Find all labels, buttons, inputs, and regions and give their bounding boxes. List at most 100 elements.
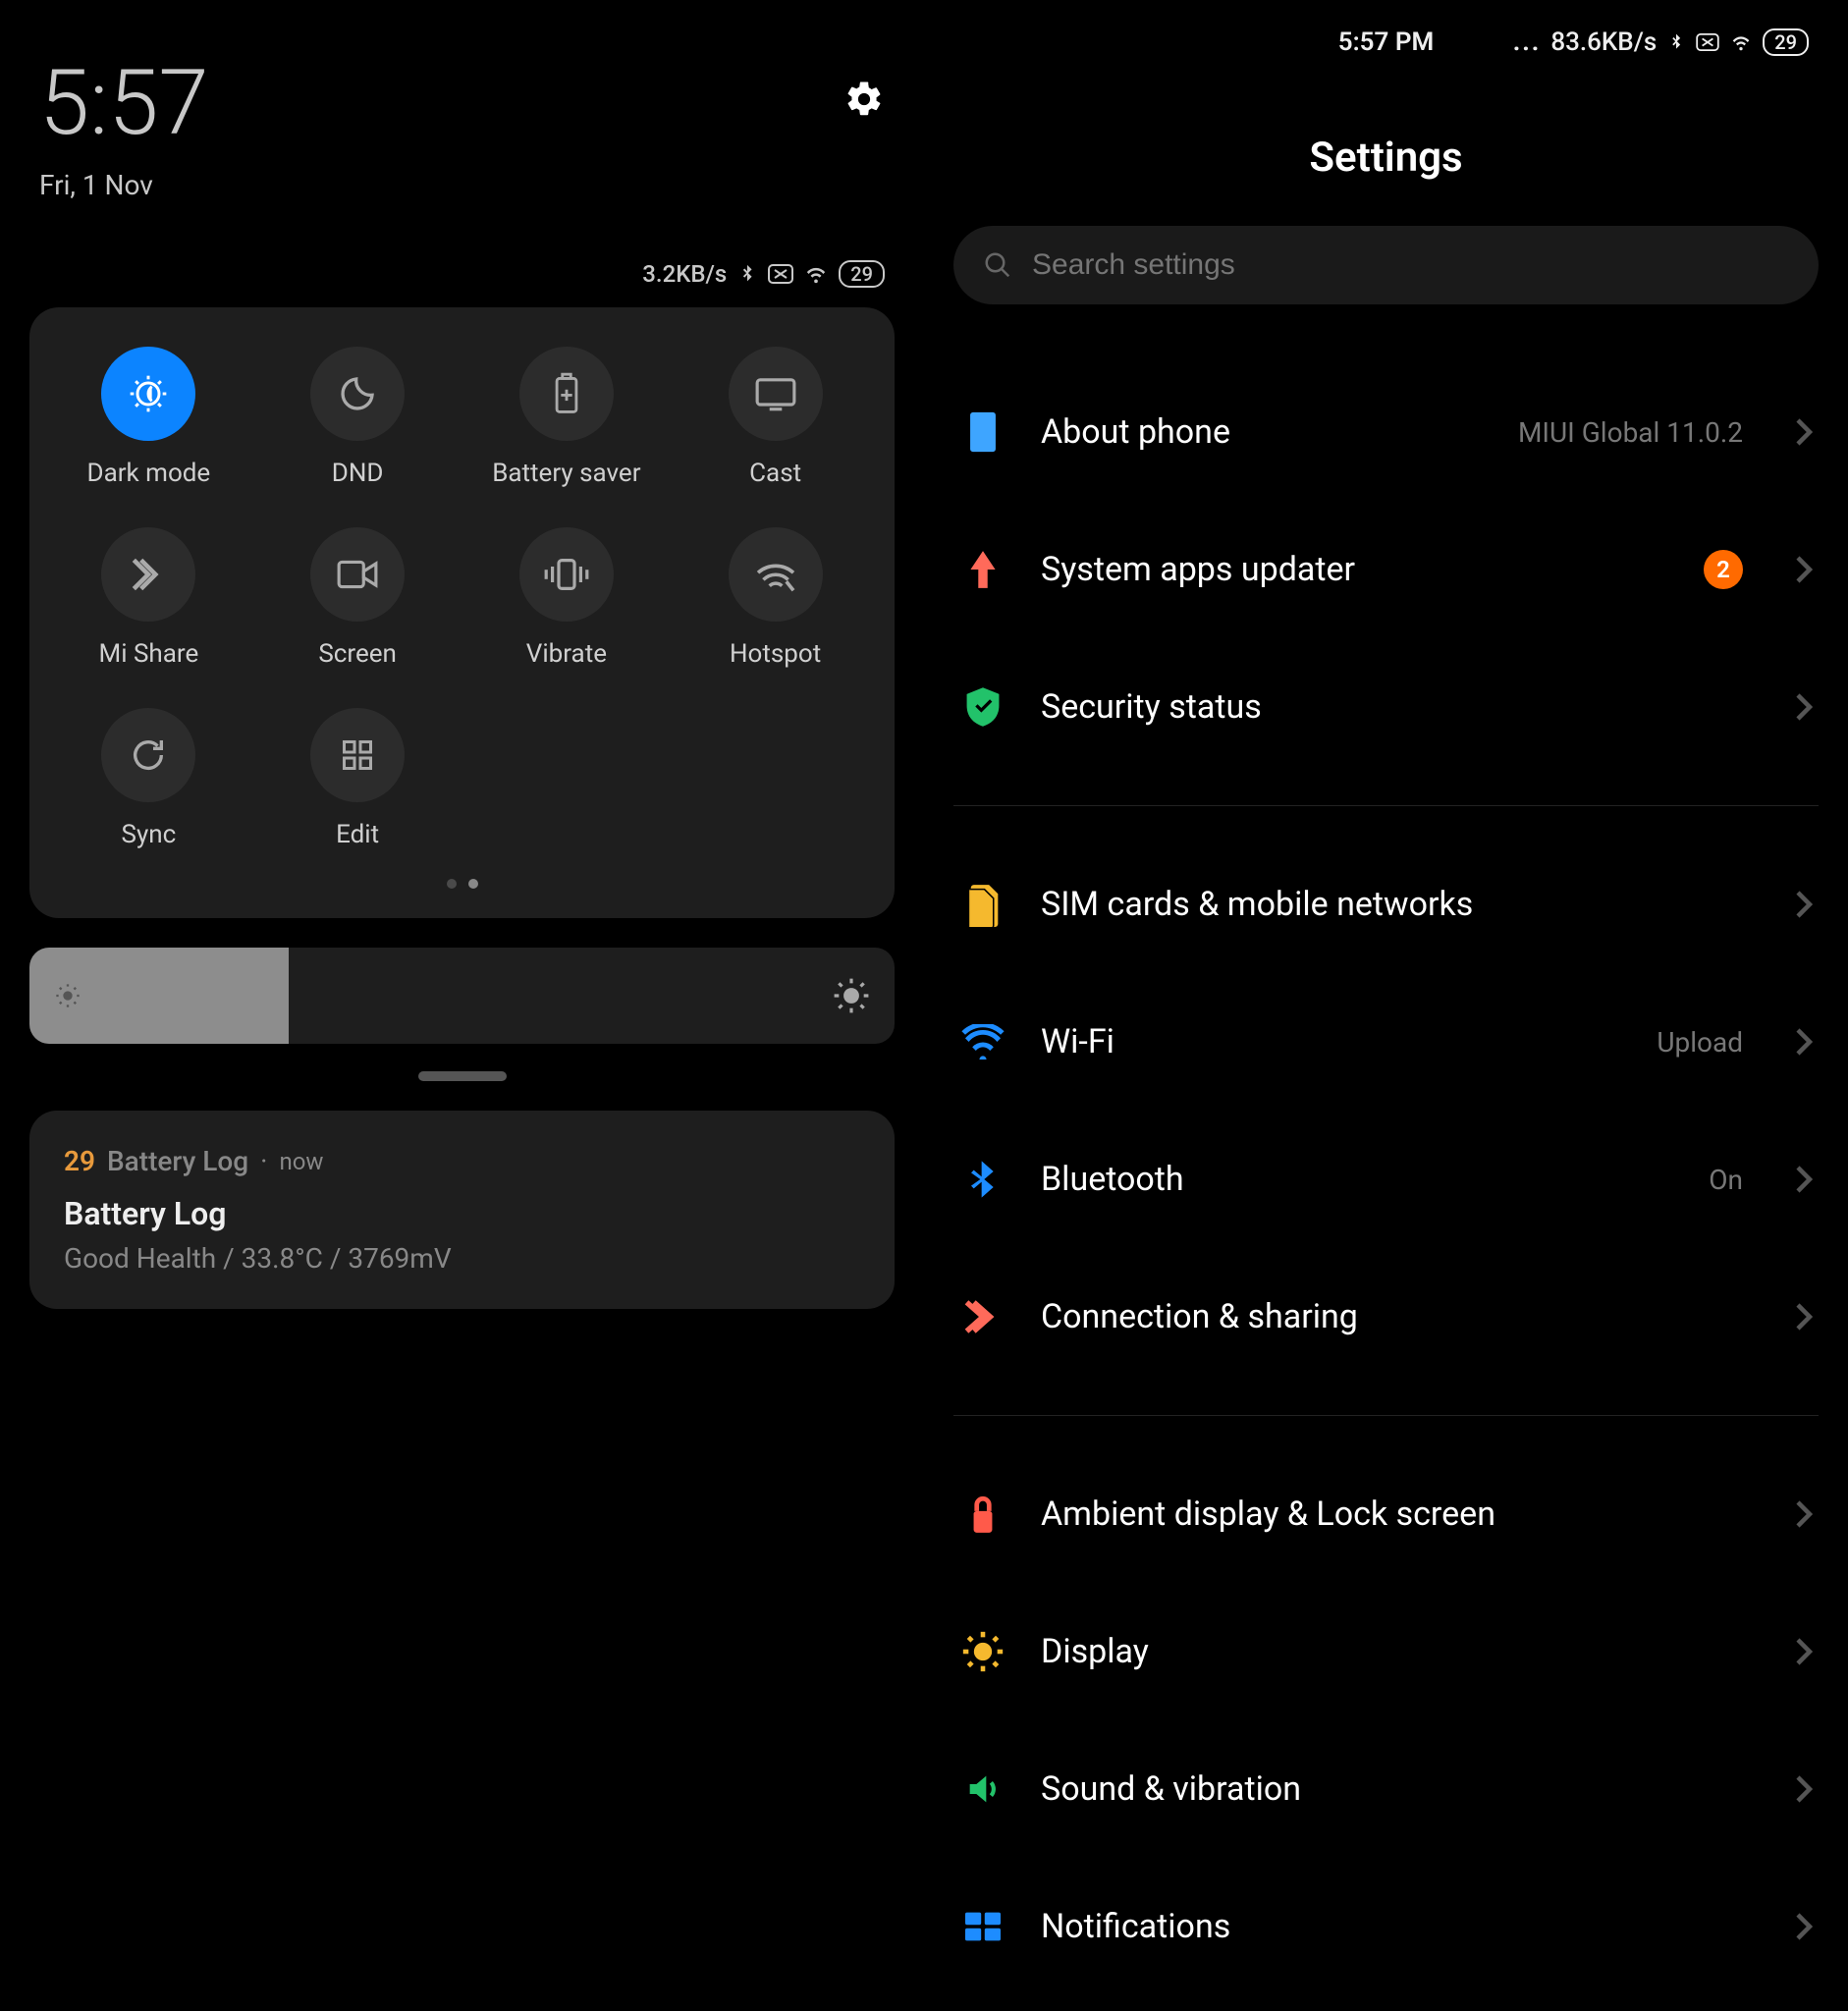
qs-tile-hotspot[interactable]: Hotspot bbox=[676, 527, 875, 669]
chevron-right-icon bbox=[1795, 1027, 1813, 1057]
about-icon bbox=[959, 408, 1006, 456]
qs-tile-label: Hotspot bbox=[730, 639, 821, 669]
bt-icon bbox=[959, 1156, 1006, 1203]
bluetooth-icon bbox=[1666, 32, 1686, 52]
qs-date: Fri, 1 Nov bbox=[39, 169, 208, 201]
notifications-icon bbox=[959, 1903, 1006, 1950]
qs-tile-dnd[interactable]: DND bbox=[258, 347, 458, 488]
security-icon bbox=[959, 683, 1006, 731]
chevron-right-icon bbox=[1795, 417, 1813, 447]
statusbar-speed: 83.6KB/s bbox=[1550, 27, 1657, 57]
item-label: SIM cards & mobile networks bbox=[1041, 885, 1761, 924]
search-input[interactable] bbox=[1032, 248, 1789, 282]
drag-handle[interactable] bbox=[418, 1071, 507, 1081]
settings-item-about[interactable]: About phone MIUI Global 11.0.2 bbox=[953, 363, 1819, 501]
item-label: Connection & sharing bbox=[1041, 1297, 1761, 1336]
statusbar: 5:57 PM ... 83.6KB/s 29 bbox=[953, 20, 1819, 65]
qs-tile-screenrec[interactable]: Screen bbox=[258, 527, 458, 669]
chevron-right-icon bbox=[1795, 692, 1813, 722]
item-trail: On bbox=[1709, 1164, 1743, 1196]
notif-app-name: Battery Log bbox=[107, 1145, 248, 1177]
update-badge: 2 bbox=[1704, 550, 1743, 589]
qs-statusbar: 3.2KB/s 29 bbox=[29, 260, 895, 288]
qs-tile-darkmode[interactable]: Dark mode bbox=[49, 347, 248, 488]
settings-item-sim[interactable]: SIM cards & mobile networks bbox=[953, 836, 1819, 973]
updater-icon bbox=[959, 546, 1006, 593]
qs-tile-mishare[interactable]: Mi Share bbox=[49, 527, 248, 669]
qs-tile-edit[interactable]: Edit bbox=[258, 708, 458, 849]
page-title: Settings bbox=[953, 134, 1819, 182]
settings-item-wifi[interactable]: Wi-Fi Upload bbox=[953, 973, 1819, 1111]
chevron-right-icon bbox=[1795, 1774, 1813, 1804]
settings-gear-icon[interactable] bbox=[843, 79, 885, 120]
display-icon bbox=[959, 1628, 1006, 1675]
quick-settings-card: Dark mode DND Battery saver Cast Mi Shar… bbox=[29, 307, 895, 918]
divider bbox=[953, 1415, 1819, 1416]
chevron-right-icon bbox=[1795, 1637, 1813, 1666]
qs-tile-label: Mi Share bbox=[99, 639, 199, 669]
settings-item-ambient[interactable]: Ambient display & Lock screen bbox=[953, 1445, 1819, 1583]
item-label: Wi-Fi bbox=[1041, 1022, 1622, 1061]
mishare-icon bbox=[101, 527, 195, 622]
silent-icon bbox=[768, 264, 793, 284]
qs-tile-label: Sync bbox=[122, 820, 177, 849]
net-speed: 3.2KB/s bbox=[642, 260, 727, 288]
settings-item-updater[interactable]: System apps updater 2 bbox=[953, 501, 1819, 638]
settings-app: 5:57 PM ... 83.6KB/s 29 Settings About p… bbox=[924, 0, 1848, 2011]
item-trail: MIUI Global 11.0.2 bbox=[1518, 416, 1743, 449]
divider bbox=[953, 805, 1819, 806]
brightness-low-icon bbox=[54, 982, 82, 1009]
sound-icon bbox=[959, 1766, 1006, 1813]
qs-tile-label: Dark mode bbox=[87, 459, 211, 488]
chevron-right-icon bbox=[1795, 1912, 1813, 1941]
notif-title: Battery Log bbox=[64, 1195, 860, 1232]
qs-tile-label: DND bbox=[332, 459, 384, 488]
qs-tile-cast[interactable]: Cast bbox=[676, 347, 875, 488]
silent-icon bbox=[1696, 33, 1719, 51]
chevron-right-icon bbox=[1795, 1302, 1813, 1332]
item-label: System apps updater bbox=[1041, 550, 1669, 589]
settings-item-display[interactable]: Display bbox=[953, 1583, 1819, 1720]
item-trail: Upload bbox=[1657, 1026, 1743, 1059]
connshare-icon bbox=[959, 1293, 1006, 1340]
qs-tile-label: Battery saver bbox=[492, 459, 640, 488]
darkmode-icon bbox=[101, 347, 195, 441]
settings-item-security[interactable]: Security status bbox=[953, 638, 1819, 776]
item-label: Display bbox=[1041, 1632, 1761, 1671]
settings-item-notifications[interactable]: Notifications bbox=[953, 1858, 1819, 1995]
qs-tile-label: Edit bbox=[336, 820, 379, 849]
bluetooth-icon bbox=[736, 263, 758, 285]
sim-icon bbox=[959, 881, 1006, 928]
qs-clock: 5:57 bbox=[39, 59, 208, 149]
settings-item-bt[interactable]: Bluetooth On bbox=[953, 1111, 1819, 1248]
hotspot-icon bbox=[729, 527, 823, 622]
wifi-icon bbox=[959, 1018, 1006, 1065]
item-label: Bluetooth bbox=[1041, 1160, 1674, 1199]
qs-tile-batterysaver[interactable]: Battery saver bbox=[467, 347, 667, 488]
item-label: Notifications bbox=[1041, 1907, 1761, 1946]
brightness-slider[interactable] bbox=[29, 948, 895, 1044]
vibrate-icon bbox=[519, 527, 614, 622]
screenrec-icon bbox=[310, 527, 405, 622]
sync-icon bbox=[101, 708, 195, 802]
chevron-right-icon bbox=[1795, 890, 1813, 919]
battery-indicator: 29 bbox=[1763, 28, 1809, 56]
qs-tile-vibrate[interactable]: Vibrate bbox=[467, 527, 667, 669]
chevron-right-icon bbox=[1795, 555, 1813, 584]
search-bar[interactable] bbox=[953, 226, 1819, 304]
wifi-icon bbox=[1729, 32, 1753, 52]
qs-tile-sync[interactable]: Sync bbox=[49, 708, 248, 849]
cast-icon bbox=[729, 347, 823, 441]
brightness-high-icon bbox=[833, 977, 870, 1014]
notif-icon-number: 29 bbox=[64, 1145, 95, 1177]
item-label: Security status bbox=[1041, 687, 1761, 727]
settings-item-sound[interactable]: Sound & vibration bbox=[953, 1720, 1819, 1858]
chevron-right-icon bbox=[1795, 1165, 1813, 1194]
settings-item-connshare[interactable]: Connection & sharing bbox=[953, 1248, 1819, 1386]
notification-card[interactable]: 29 Battery Log · now Battery Log Good He… bbox=[29, 1111, 895, 1309]
qs-tile-label: Cast bbox=[749, 459, 801, 488]
page-indicator bbox=[49, 879, 875, 889]
wifi-icon bbox=[803, 263, 829, 285]
search-icon bbox=[983, 250, 1012, 280]
qs-tile-label: Screen bbox=[318, 639, 397, 669]
